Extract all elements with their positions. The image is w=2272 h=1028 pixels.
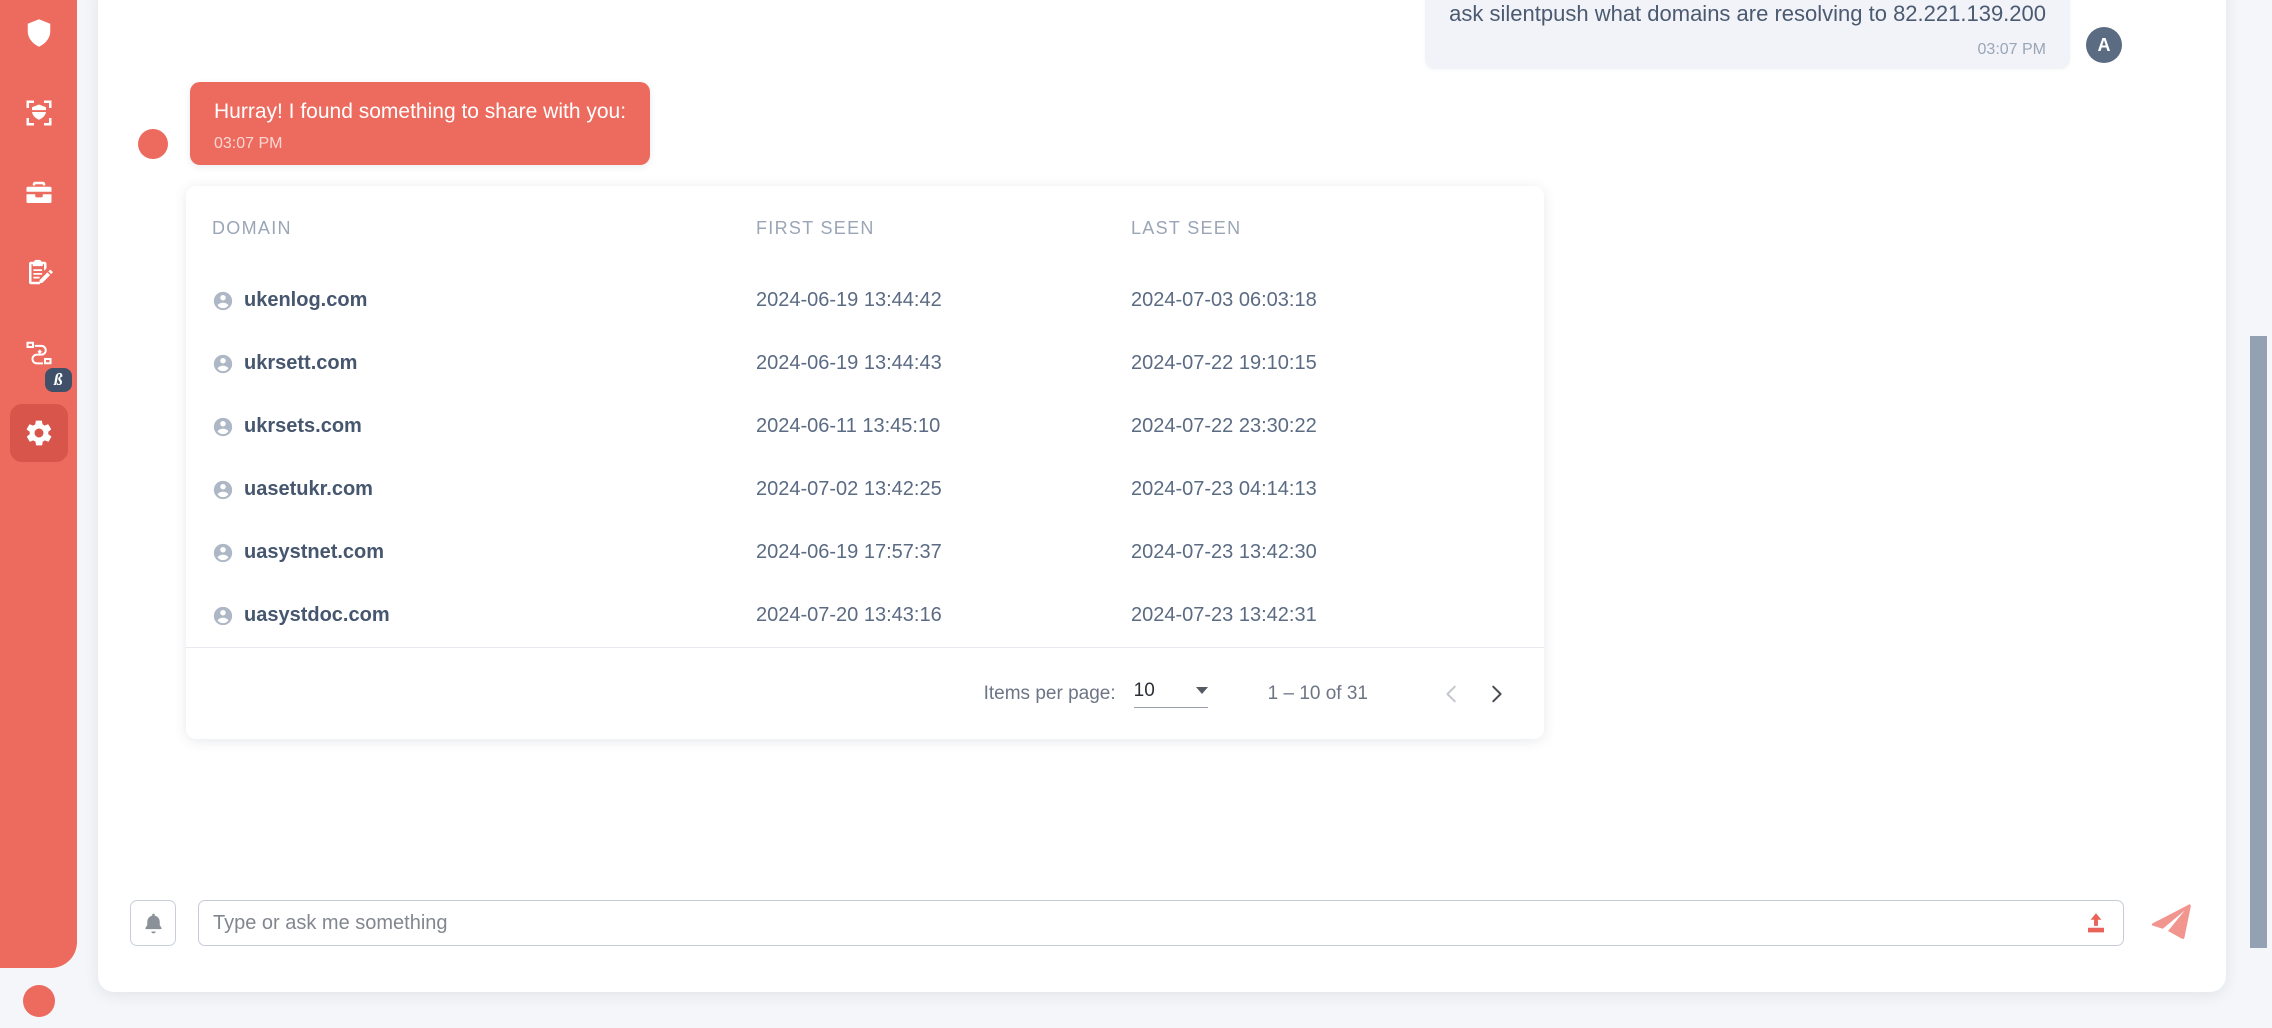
notifications-button[interactable] (130, 900, 176, 946)
cell-first-seen: 2024-06-19 17:57:37 (756, 541, 942, 563)
cell-domain: uasystnet.com (186, 521, 756, 584)
sidebar-item-threat-intelligence[interactable] (10, 4, 68, 62)
gear-icon (24, 418, 54, 448)
account-circle-icon (212, 542, 234, 564)
bot-message-bubble: Hurray! I found something to share with … (190, 82, 651, 165)
cell-first-seen: 2024-07-20 13:43:16 (756, 604, 942, 626)
cell-domain: ukrsett.com (186, 332, 756, 395)
chat-panel: ask silentpush what domains are resolvin… (98, 0, 2226, 992)
result-table: DOMAIN FIRST SEEN LAST SEEN ukenlog.com … (186, 186, 1544, 647)
cell-last-seen: 2024-07-03 06:03:18 (1131, 289, 1317, 311)
domain-link[interactable]: ukrsett.com (244, 352, 357, 375)
clipboard-pen-icon (24, 258, 54, 288)
status-dot (23, 985, 55, 1017)
domain-link[interactable]: uasystdoc.com (244, 604, 390, 627)
bell-icon (141, 911, 166, 936)
table-row[interactable]: uasystnet.com 2024-06-19 17:57:37 2024-0… (186, 521, 1544, 584)
sidebar-item-settings[interactable] (9, 404, 68, 462)
domain-link[interactable]: uasystnet.com (244, 541, 384, 564)
cell-last-seen: 2024-07-23 04:14:13 (1131, 478, 1317, 500)
table-header-row: DOMAIN FIRST SEEN LAST SEEN (186, 186, 1544, 269)
cell-first-seen: 2024-07-02 13:42:25 (756, 478, 942, 500)
user-message-text: ask silentpush what domains are resolvin… (1449, 1, 2046, 26)
items-per-page-label: Items per page: (983, 682, 1116, 704)
chevron-down-icon (1195, 687, 1208, 694)
bot-message-text: Hurray! I found something to share with … (214, 100, 627, 123)
sidebar-item-cases[interactable] (10, 164, 68, 222)
column-header-domain: DOMAIN (212, 218, 292, 238)
table-footer: Items per page: 10 1 – 10 of 31 (186, 647, 1544, 739)
result-card: DOMAIN FIRST SEEN LAST SEEN ukenlog.com … (186, 186, 1544, 739)
cell-domain: uasystdoc.com (186, 584, 756, 647)
table-row[interactable]: ukenlog.com 2024-06-19 13:44:42 2024-07-… (186, 269, 1544, 332)
bot-message-time: 03:07 PM (214, 135, 283, 152)
table-body: ukenlog.com 2024-06-19 13:44:42 2024-07-… (186, 269, 1544, 647)
next-page-button[interactable] (1474, 672, 1518, 716)
table-row[interactable]: uasystdoc.com 2024-07-20 13:43:16 2024-0… (186, 584, 1544, 647)
shield-scan-icon (24, 98, 54, 128)
workflow-icon (24, 338, 54, 368)
column-header-last-seen: LAST SEEN (1131, 218, 1242, 238)
briefcase-icon (24, 178, 54, 208)
sidebar-items: ß (0, 0, 77, 484)
sidebar: ß (0, 0, 77, 968)
domain-link[interactable]: ukenlog.com (244, 289, 367, 312)
avatar: A (2086, 27, 2122, 63)
account-circle-icon (212, 353, 234, 375)
chevron-left-icon (1446, 685, 1456, 702)
message-input[interactable] (199, 901, 2123, 945)
cell-last-seen: 2024-07-23 13:42:30 (1131, 541, 1317, 563)
cell-last-seen: 2024-07-22 19:10:15 (1131, 352, 1317, 374)
cell-last-seen: 2024-07-22 23:30:22 (1131, 415, 1317, 437)
cell-first-seen: 2024-06-19 13:44:42 (756, 289, 942, 311)
sidebar-item-reports[interactable] (10, 244, 68, 302)
user-message: ask silentpush what domains are resolvin… (1425, 0, 2122, 69)
upload-icon (2087, 913, 2105, 933)
table-row[interactable]: ukrsets.com 2024-06-11 13:45:10 2024-07-… (186, 395, 1544, 458)
column-header-first-seen: FIRST SEEN (756, 218, 875, 238)
send-button[interactable] (2142, 894, 2200, 952)
domain-link[interactable]: uasetukr.com (244, 478, 373, 501)
sidebar-item-scan[interactable] (10, 84, 68, 142)
paginator: Items per page: 10 1 – 10 of 31 (984, 672, 1518, 716)
cell-first-seen: 2024-06-19 13:44:43 (756, 352, 942, 374)
scrollbar-thumb[interactable] (2250, 336, 2267, 948)
composer (98, 880, 2226, 966)
page-range-label: 1 – 10 of 31 (1267, 682, 1368, 704)
cell-domain: ukenlog.com (186, 269, 756, 332)
cell-last-seen: 2024-07-23 13:42:31 (1131, 604, 1317, 626)
beta-badge: ß (45, 367, 72, 392)
table-row[interactable]: ukrsett.com 2024-06-19 13:44:43 2024-07-… (186, 332, 1544, 395)
message-stream: ask silentpush what domains are resolvin… (98, 0, 2226, 864)
domain-link[interactable]: ukrsets.com (244, 415, 362, 438)
app-root: ß ask silentpush what domains are resolv… (0, 0, 2272, 1028)
cell-first-seen: 2024-06-11 13:45:10 (756, 415, 941, 437)
table-row[interactable]: uasetukr.com 2024-07-02 13:42:25 2024-07… (186, 458, 1544, 521)
account-circle-icon (212, 605, 234, 627)
user-message-time: 03:07 PM (1977, 40, 2046, 58)
bot-message: Hurray! I found something to share with … (138, 82, 651, 165)
message-input-wrapper (198, 900, 2124, 946)
cell-domain: uasetukr.com (186, 458, 756, 521)
user-message-bubble: ask silentpush what domains are resolvin… (1425, 0, 2070, 69)
account-circle-icon (212, 290, 234, 312)
account-circle-icon (212, 479, 234, 501)
items-per-page-value: 10 (1133, 679, 1155, 701)
previous-page-button[interactable] (1430, 672, 1474, 716)
bot-avatar (138, 128, 168, 159)
account-circle-icon (212, 416, 234, 438)
upload-button[interactable] (2083, 910, 2109, 936)
brain-shield-icon (24, 18, 54, 48)
chevron-right-icon (1492, 685, 1502, 702)
items-per-page-select[interactable]: 10 (1133, 679, 1208, 708)
sidebar-item-workflows[interactable]: ß (10, 324, 72, 392)
cell-domain: ukrsets.com (186, 395, 756, 458)
send-icon (2147, 899, 2195, 947)
